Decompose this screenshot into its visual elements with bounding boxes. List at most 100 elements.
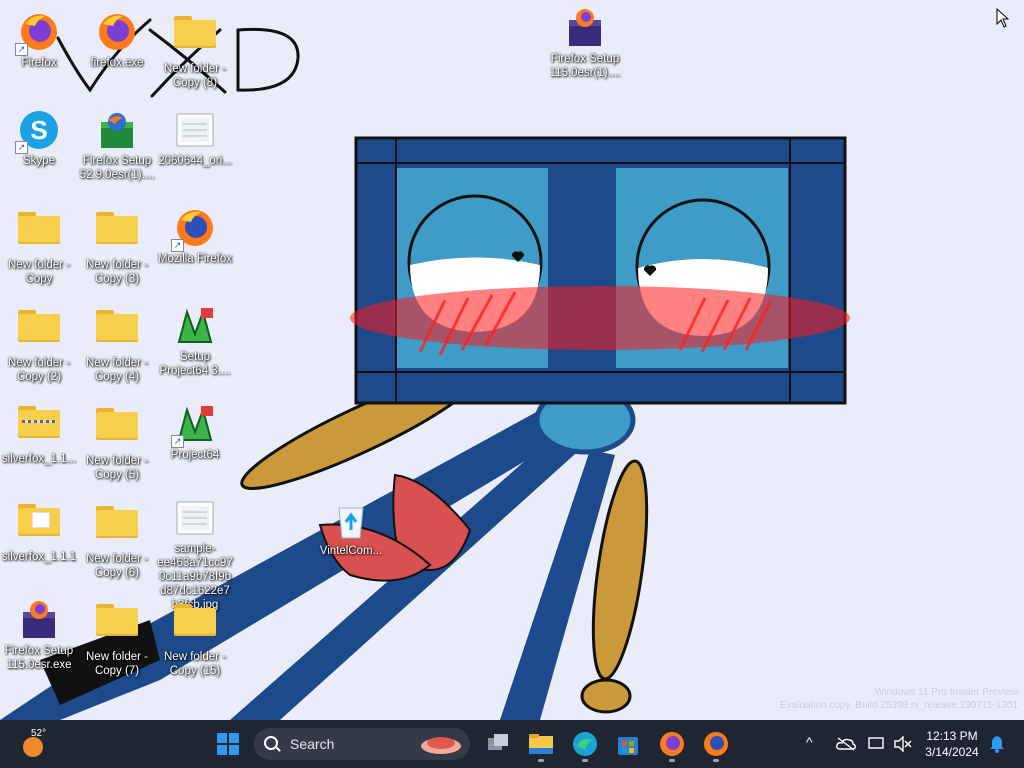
desktop-icon-label: New folder - Copy <box>8 259 70 285</box>
watermark-line-2: Evaluation copy. Build 25398.ni_release.… <box>779 700 1018 711</box>
desktop-icon-label: 2060644_ori... <box>158 155 232 167</box>
start-button[interactable] <box>212 728 244 760</box>
desktop-icon-label: New folder - Copy (5) <box>86 455 148 481</box>
clock-date: 3/14/2024 <box>925 745 979 759</box>
network-icon[interactable] <box>868 736 886 752</box>
desktop-icon[interactable]: Firefox Setup 52.9.0esr(1).... <box>79 106 155 182</box>
desktop-icon-label: Firefox Setup 115.0esr(1).... <box>549 53 621 79</box>
skype-icon: S ↗ <box>15 108 61 154</box>
weather-widget[interactable]: 52° <box>18 728 58 760</box>
svg-text:S: S <box>30 115 47 145</box>
firefox-setup-icon <box>17 598 61 642</box>
folder-icon <box>95 604 139 648</box>
desktop-icon[interactable]: 2060644_ori... <box>157 106 233 168</box>
shortcut-arrow-icon: ↗ <box>15 43 28 56</box>
firefox-setup-icon <box>95 108 139 152</box>
desktop-icon[interactable]: New folder - Copy (8) <box>157 8 233 90</box>
shortcut-arrow-icon: ↗ <box>171 239 184 252</box>
shortcut-arrow-icon: ↗ <box>15 141 28 154</box>
mozilla-firefox-icon: ↗ <box>171 206 217 252</box>
watermark-line-1: Windows 11 Pro Insider Preview <box>874 687 1018 698</box>
firefox-taskbar-button-2[interactable] <box>700 728 732 762</box>
desktop-icon-label: Mozilla Firefox <box>157 253 233 265</box>
desktop-icon-label: VintelCom... <box>319 545 383 557</box>
desktop-icon-label: New folder - Copy (4) <box>86 357 148 383</box>
desktop-icon-label: firefox.exe <box>90 57 144 69</box>
desktop-icon[interactable]: Firefox Setup 115.0esr(1).... <box>547 4 623 80</box>
folder-icon <box>95 506 139 550</box>
folder-icon <box>17 310 61 354</box>
desktop-icon-label: Firefox Setup 52.9.0esr(1).... <box>79 155 155 181</box>
desktop-icon[interactable]: New folder - Copy (5) <box>79 400 155 482</box>
search-icon <box>264 736 278 750</box>
project64-icon: ↗ <box>171 402 217 448</box>
desktop-icon-label: Setup Project64 3.... <box>159 351 231 377</box>
mouse-cursor-icon <box>996 8 1010 28</box>
firefox-icon <box>704 732 728 756</box>
desktop-icon-label: silverfox_1.1.1 <box>1 551 77 563</box>
desktop-icon[interactable]: Firefox Setup 115.0esr.exe <box>1 596 77 672</box>
store-icon <box>618 737 638 755</box>
desktop-icon-label: Firefox <box>21 57 57 69</box>
volume-muted-icon[interactable] <box>894 736 912 752</box>
firefox-icon <box>660 732 684 756</box>
desktop-icon[interactable]: S ↗ Skype <box>1 106 77 168</box>
desktop-icon[interactable]: ↗ Firefox <box>1 8 77 70</box>
project64-icon <box>173 304 217 348</box>
desktop-icon[interactable]: New folder - Copy (7) <box>79 596 155 678</box>
onedrive-offline-icon[interactable] <box>836 737 856 751</box>
desktop-icon-label: Firefox Setup 115.0esr.exe <box>4 645 74 671</box>
desktop-icon[interactable]: Setup Project64 3.... <box>157 302 233 378</box>
show-hidden-icons-chevron-icon[interactable]: ^ <box>806 734 813 750</box>
search-placeholder: Search <box>290 736 335 752</box>
store-button[interactable] <box>612 728 644 760</box>
image-file-icon <box>173 108 217 152</box>
desktop-icon[interactable]: sample-ee463a71cc970c11a9b78f9bd87dc1622… <box>157 494 233 612</box>
desktop-icon[interactable]: New folder - Copy (3) <box>79 204 155 286</box>
folder-icon <box>173 16 217 60</box>
desktop-icon-label: New folder - Copy (15) <box>164 651 226 677</box>
desktop-icon-label: silverfox_1.1... <box>1 453 77 465</box>
folder-icon <box>17 212 61 256</box>
desktop-icon[interactable]: ↗ Project64 <box>157 400 233 462</box>
edge-button[interactable] <box>569 728 601 762</box>
firefox-icon <box>95 10 139 54</box>
desktop-icon-label: New folder - Copy (8) <box>164 63 226 89</box>
desktop-icon[interactable]: New folder - Copy (6) <box>79 498 155 580</box>
notification-bell-icon[interactable] <box>989 735 1005 753</box>
desktop-icon[interactable]: firefox.exe <box>79 8 155 70</box>
edge-icon <box>573 732 597 756</box>
desktop-icon[interactable]: New folder - Copy <box>1 204 77 286</box>
desktop-icon-label: Project64 <box>170 449 220 461</box>
running-indicator <box>582 759 588 762</box>
folder-icon <box>95 212 139 256</box>
desktop-icon[interactable]: New folder - Copy (15) <box>157 596 233 678</box>
desktop-icon-label: New folder - Copy (7) <box>86 651 148 677</box>
running-indicator <box>713 759 719 762</box>
file-explorer-button[interactable] <box>525 728 557 762</box>
folder-icon <box>17 504 61 548</box>
desktop-icon[interactable]: New folder - Copy (4) <box>79 302 155 384</box>
search-highlight-icon <box>421 737 461 754</box>
desktop-icon-label: New folder - Copy (2) <box>8 357 70 383</box>
taskbar-search-box[interactable]: Search <box>254 728 470 760</box>
folder-icon <box>95 408 139 452</box>
running-indicator <box>538 759 544 762</box>
desktop-icon-label: Skype <box>23 155 55 167</box>
desktop-icon[interactable]: New folder - Copy (2) <box>1 302 77 384</box>
task-view-button[interactable] <box>482 728 514 760</box>
task-view-icon <box>488 734 508 750</box>
desktop-icon[interactable]: VintelCom... <box>313 496 389 558</box>
running-indicator <box>669 759 675 762</box>
firefox-taskbar-button-1[interactable] <box>656 728 688 762</box>
desktop-icon[interactable]: silverfox_1.1.1 <box>1 498 77 564</box>
desktop-icon-label: New folder - Copy (3) <box>86 259 148 285</box>
clock-time: 12:13 PM <box>926 729 978 743</box>
recycle-bin-icon <box>329 498 373 542</box>
file-explorer-icon <box>529 734 553 754</box>
desktop-icon[interactable]: silverfox_1.1... <box>1 400 77 466</box>
clock[interactable]: 12:13 PM 3/14/2024 <box>920 728 984 760</box>
shortcut-arrow-icon: ↗ <box>171 435 184 448</box>
folder-icon <box>173 604 217 648</box>
desktop-icon[interactable]: ↗ Mozilla Firefox <box>157 204 233 266</box>
